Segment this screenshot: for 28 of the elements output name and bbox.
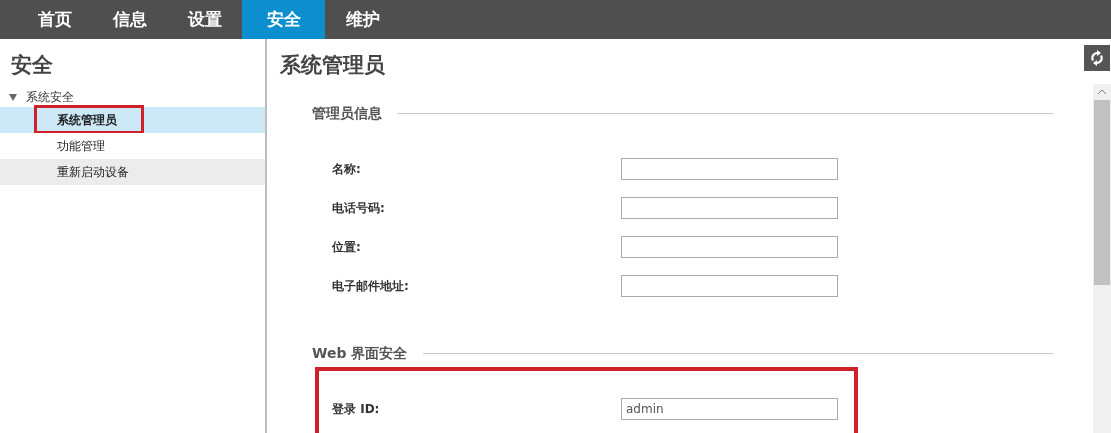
- input-field[interactable]: [621, 235, 838, 258]
- page-title: 系统管理员: [280, 52, 386, 79]
- scrollbar-thumb[interactable]: [1094, 100, 1110, 285]
- nav-tab[interactable]: 首页: [17, 0, 92, 39]
- nav-tab[interactable]: 信息: [92, 0, 167, 39]
- nav-tab[interactable]: 安全: [242, 0, 325, 39]
- field-label: 名称:: [332, 160, 362, 178]
- nav-tab[interactable]: 维护: [325, 0, 400, 39]
- input-field[interactable]: [621, 274, 838, 297]
- field-label: 位置:: [332, 238, 362, 256]
- field-label: 登录 ID:: [332, 400, 381, 418]
- nav-tab[interactable]: 设置: [167, 0, 242, 39]
- caret-icon[interactable]: [8, 92, 18, 102]
- section-title: Web 界面安全: [312, 343, 408, 363]
- field-label: 电话号码:: [332, 199, 386, 217]
- input-field[interactable]: admin: [621, 397, 838, 420]
- sidebar-title: 安全: [10, 52, 54, 79]
- input-field[interactable]: [621, 196, 838, 219]
- refresh-icon: [1088, 49, 1106, 67]
- section-title: 管理员信息: [312, 103, 382, 123]
- input-field[interactable]: [621, 157, 838, 180]
- scrollbar[interactable]: [1093, 84, 1111, 433]
- scroll-up-icon[interactable]: [1097, 88, 1107, 96]
- field-label: 电子邮件地址:: [332, 277, 410, 295]
- tree-item[interactable]: 系统管理员: [0, 107, 265, 133]
- tree-item[interactable]: 重新启动设备: [0, 159, 265, 185]
- refresh-button[interactable]: [1084, 45, 1110, 71]
- tree-item[interactable]: 系统安全: [26, 88, 74, 106]
